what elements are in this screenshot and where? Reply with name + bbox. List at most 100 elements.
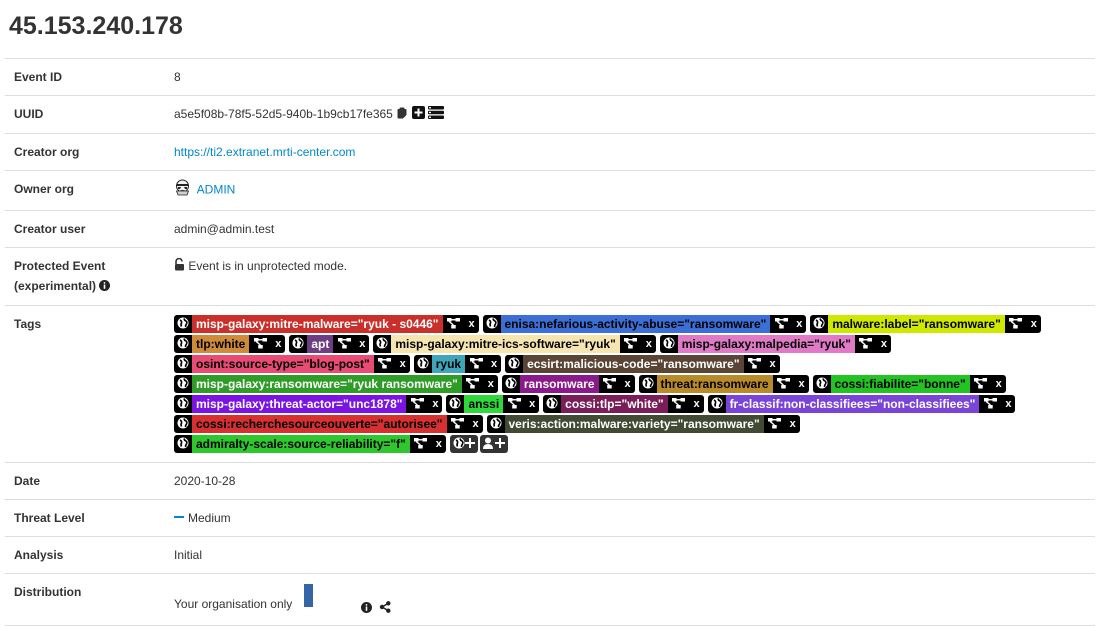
tag-label[interactable]: threat:ransomware: [656, 374, 773, 393]
creator-org-link[interactable]: https://ti2.extranet.mrti-center.com: [174, 145, 355, 159]
remove-tag-button[interactable]: x: [620, 374, 635, 393]
remove-tag-button[interactable]: x: [641, 334, 656, 353]
sitemap-icon[interactable]: [373, 354, 396, 373]
info-circle-icon[interactable]: [361, 599, 372, 619]
sitemap-icon[interactable]: [409, 434, 432, 453]
sitemap-icon[interactable]: [979, 394, 1002, 413]
row-tags: Tags misp-galaxy:mitre-malware="ryuk - s…: [5, 304, 1095, 463]
tag-label[interactable]: admiralty-scale:source-reliability="f": [192, 434, 410, 453]
tag-row: misp-galaxy:mitre-malware="ryuk - s0446"…: [174, 314, 1086, 334]
remove-tag-button[interactable]: x: [483, 374, 498, 393]
sitemap-icon[interactable]: [969, 374, 992, 393]
label-date: Date: [5, 461, 165, 500]
remove-tag-button[interactable]: x: [794, 374, 809, 393]
sitemap-icon[interactable]: [667, 394, 690, 413]
remove-tag-button[interactable]: x: [525, 394, 540, 413]
sitemap-icon[interactable]: [333, 334, 356, 353]
row-uuid: UUID a5e5f08b-78f5-52d5-940b-1b9cb17fe36…: [5, 95, 1095, 134]
info-circle-icon[interactable]: [99, 277, 111, 297]
globe-icon: [413, 354, 432, 373]
remove-tag-button[interactable]: x: [765, 354, 780, 373]
tag-label[interactable]: ryuk: [431, 354, 466, 373]
tag-list: misp-galaxy:mitre-malware="ryuk - s0446"…: [174, 314, 1086, 454]
tag: veris:action:malware:variety="ransomware…: [486, 414, 800, 433]
globe-icon: [482, 314, 501, 333]
label-threat-level: Threat Level: [5, 498, 165, 537]
remove-tag-button[interactable]: x: [785, 414, 800, 433]
tag-label[interactable]: ransomware: [519, 374, 599, 393]
tag: misp-galaxy:threat-actor="unc1878" x: [174, 394, 443, 413]
event-meta-table: Event ID 8 UUID a5e5f08b-78f5-52d5-940b-…: [5, 58, 1095, 626]
tag-label[interactable]: malware:label="ransomware": [828, 314, 1005, 333]
tag-label[interactable]: misp-galaxy:ransomware="ryuk ransomware": [192, 374, 462, 393]
remove-tag-button[interactable]: x: [428, 394, 443, 413]
sitemap-icon[interactable]: [770, 314, 793, 333]
sitemap-icon[interactable]: [503, 394, 526, 413]
tag-label[interactable]: tlp:white: [192, 334, 250, 353]
value-creator-user: admin@admin.test: [165, 209, 1095, 248]
remove-tag-button[interactable]: x: [355, 334, 370, 353]
sitemap-icon[interactable]: [446, 414, 469, 433]
globe-icon: [373, 334, 392, 353]
tag-row: admiralty-scale:source-reliability="f" x: [174, 434, 1086, 454]
remove-tag-button[interactable]: x: [468, 414, 483, 433]
sitemap-icon[interactable]: [743, 354, 766, 373]
tag-label[interactable]: fr-classif:non-classifiees="non-classifi…: [725, 394, 980, 413]
sitemap-icon[interactable]: [249, 334, 272, 353]
tag-label[interactable]: misp-galaxy:threat-actor="unc1878": [192, 394, 407, 413]
remove-tag-button[interactable]: x: [395, 354, 410, 373]
clipboard-icon[interactable]: [396, 105, 408, 125]
tag-label[interactable]: misp-galaxy:malpedia="ryuk": [677, 334, 855, 353]
sitemap-icon[interactable]: [442, 314, 465, 333]
remove-tag-button[interactable]: x: [431, 434, 446, 453]
globe-icon: [707, 394, 726, 413]
remove-tag-button[interactable]: x: [1026, 314, 1041, 333]
remove-tag-button[interactable]: x: [464, 314, 479, 333]
remove-tag-button[interactable]: x: [1001, 394, 1016, 413]
tag-label[interactable]: ecsirt:malicious-code="ransomware": [523, 354, 744, 373]
tag-label[interactable]: cossi:tlp="white": [561, 394, 668, 413]
remove-tag-button[interactable]: x: [487, 354, 502, 373]
remove-tag-button[interactable]: x: [876, 334, 891, 353]
plus-square-icon[interactable]: [411, 105, 425, 125]
globe-icon: [289, 334, 308, 353]
remove-tag-button[interactable]: x: [991, 374, 1006, 393]
label-owner-org: Owner org: [5, 169, 165, 211]
tag: anssi x: [446, 394, 540, 413]
tag-label[interactable]: osint:source-type="blog-post": [192, 354, 374, 373]
sitemap-icon[interactable]: [854, 334, 877, 353]
owner-org-link[interactable]: ADMIN: [197, 183, 236, 197]
label-protected-event-sub: (experimental): [14, 278, 97, 293]
sitemap-icon[interactable]: [763, 414, 786, 433]
tag-label[interactable]: cossi:recherchesourceouverte="autorisee": [192, 414, 447, 433]
tag-label[interactable]: veris:action:malware:variety="ransomware…: [504, 414, 764, 433]
sitemap-icon[interactable]: [619, 334, 642, 353]
sitemap-icon[interactable]: [598, 374, 621, 393]
tag-row: cossi:recherchesourceouverte="autorisee"…: [174, 414, 1086, 434]
tag: ecsirt:malicious-code="ransomware" x: [505, 354, 780, 373]
tag: misp-galaxy:mitre-ics-software="ryuk" x: [373, 334, 656, 353]
list-icon[interactable]: [427, 105, 444, 125]
sitemap-icon[interactable]: [1004, 314, 1027, 333]
tag: apt x: [289, 334, 370, 353]
user-plus-icon[interactable]: [479, 434, 508, 453]
remove-tag-button[interactable]: x: [689, 394, 704, 413]
tag-label[interactable]: enisa:nefarious-activity-abuse="ransomwa…: [500, 314, 771, 333]
sitemap-icon[interactable]: [406, 394, 429, 413]
label-creator-user: Creator user: [5, 209, 165, 248]
tag-label[interactable]: anssi: [464, 394, 504, 413]
tag-label[interactable]: misp-galaxy:mitre-ics-software="ryuk": [391, 334, 620, 353]
remove-tag-button[interactable]: x: [792, 314, 807, 333]
label-protected-event-title: Protected Event: [14, 258, 106, 273]
globe-plus-icon[interactable]: [449, 434, 478, 453]
tag: misp-galaxy:mitre-malware="ryuk - s0446"…: [174, 314, 479, 333]
sitemap-icon[interactable]: [461, 374, 484, 393]
minus-icon: [174, 516, 184, 519]
tag-label[interactable]: cossi:fiabilite="bonne": [830, 374, 970, 393]
tag-label[interactable]: apt: [307, 334, 334, 353]
remove-tag-button[interactable]: x: [271, 334, 286, 353]
sitemap-icon[interactable]: [465, 354, 488, 373]
sitemap-icon[interactable]: [772, 374, 795, 393]
tag-label[interactable]: misp-galaxy:mitre-malware="ryuk - s0446": [192, 314, 443, 333]
share-alt-icon[interactable]: [379, 599, 391, 619]
